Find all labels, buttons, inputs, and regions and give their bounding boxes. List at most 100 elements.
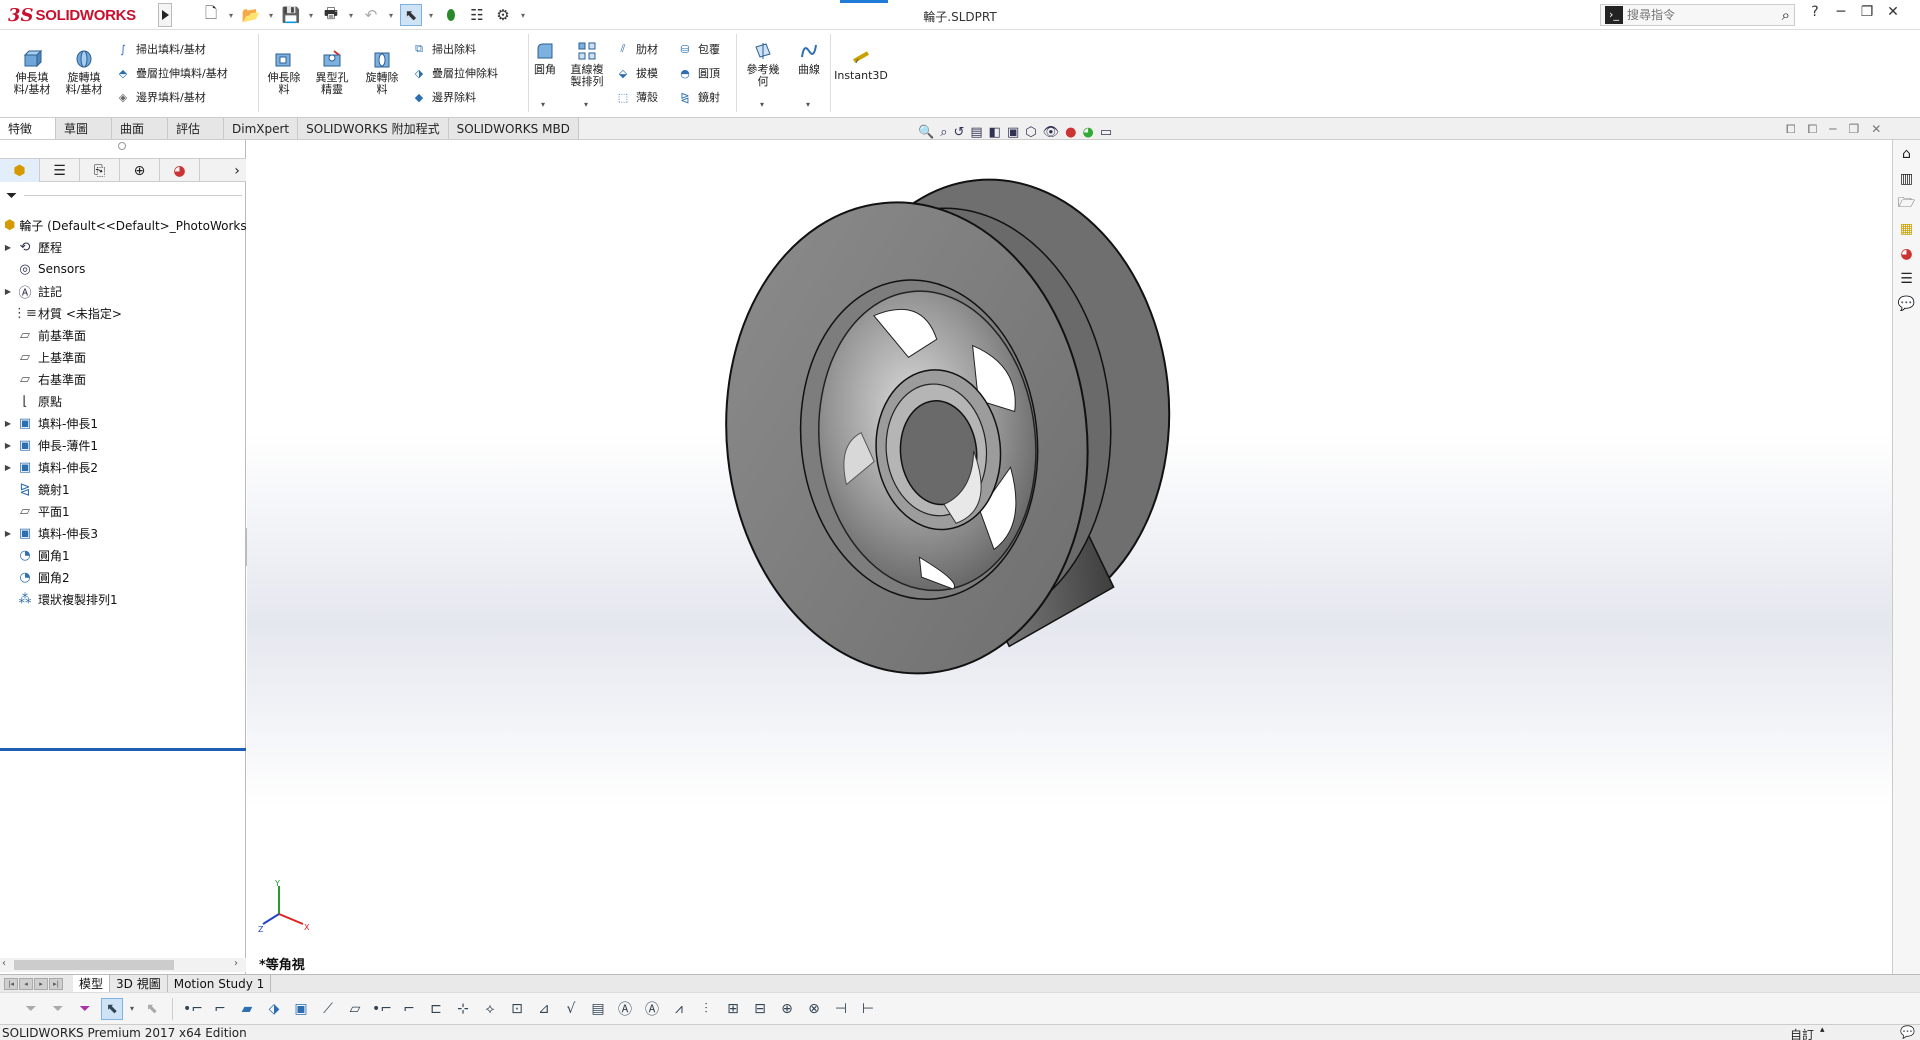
search-input[interactable] — [1627, 8, 1757, 22]
revolve-boss-button[interactable]: 旋轉填 料/基材 — [62, 48, 106, 96]
file-properties-icon[interactable]: ☷ — [466, 4, 488, 26]
solidworks-logo[interactable]: 3S SOLIDWORKS — [8, 4, 136, 26]
reference-geometry-dropdown-icon[interactable]: ▾ — [760, 100, 764, 109]
viewport-minimize-icon[interactable]: ─ — [1829, 122, 1836, 137]
tab-model[interactable]: 模型 — [73, 975, 111, 992]
tree-item[interactable]: ◎ Sensors — [0, 258, 246, 280]
minimize-icon[interactable]: ─ — [1831, 4, 1851, 20]
command-search[interactable]: ›_ ⌕ — [1600, 4, 1795, 26]
filter-clear-icon[interactable]: ⏷ — [47, 998, 69, 1020]
appearances-scenes-icon[interactable]: ◕ — [1896, 243, 1918, 265]
graphics-area[interactable]: Y X Z *等角視 — [247, 140, 1892, 974]
first-tab-icon[interactable]: |◂ — [4, 977, 18, 990]
viewport-close-icon[interactable]: ✕ — [1871, 122, 1881, 137]
filter-mate-icon[interactable]: ⊢ — [857, 998, 879, 1020]
filter-toggle-icon[interactable]: ⏷ — [20, 998, 42, 1020]
tab-motion-study[interactable]: Motion Study 1 — [167, 975, 272, 992]
print-icon[interactable]: 🖶 — [320, 4, 342, 26]
panel-splitter-icon[interactable] — [118, 142, 126, 150]
dome-button[interactable]: ◓ 圓頂 — [676, 64, 720, 82]
previous-view-icon[interactable]: ↺ — [953, 125, 964, 140]
forum-icon[interactable]: 💬 — [1896, 293, 1918, 315]
tree-item[interactable]: ⌊ 原點 — [0, 390, 246, 412]
scroll-right-icon[interactable]: › — [234, 958, 238, 969]
options-icon[interactable]: ⚙ — [492, 4, 514, 26]
new-dropdown-icon[interactable]: ▾ — [226, 4, 236, 26]
tab-sketch[interactable]: 草圖 — [56, 118, 112, 139]
filter-sketch-points-icon[interactable]: •⌐ — [371, 998, 393, 1020]
tab-dimxpert[interactable]: DimXpert — [224, 118, 299, 139]
view-settings-icon[interactable]: ▭ — [1100, 125, 1112, 140]
expand-arrow-icon[interactable]: ▶ — [0, 287, 16, 296]
custom-properties-icon[interactable]: ☰ — [1896, 268, 1918, 290]
property-manager-tab-icon[interactable]: ☰ — [40, 159, 80, 182]
expand-arrow-icon[interactable]: ▶ — [0, 419, 16, 428]
draft-button[interactable]: ⬙ 拔模 — [614, 64, 658, 82]
tree-item[interactable]: ▱ 右基準面 — [0, 368, 246, 390]
unit-system-selector[interactable]: 自訂 — [1790, 1026, 1814, 1040]
filter-routing-points-icon[interactable]: ⊗ — [803, 998, 825, 1020]
linear-pattern-dropdown-icon[interactable]: ▾ — [584, 100, 588, 109]
menu-expand-arrow-icon[interactable] — [158, 3, 172, 27]
tree-filter[interactable]: ⏷ — [0, 187, 242, 205]
filter-planes-icon[interactable]: ▱ — [344, 998, 366, 1020]
unit-system-dropdown-icon[interactable]: ▴ — [1820, 1025, 1825, 1035]
display-style-icon[interactable]: ⬡ — [1025, 125, 1036, 140]
configuration-manager-tab-icon[interactable]: ⎘ — [80, 159, 120, 182]
fillet-dropdown-icon[interactable]: ▾ — [541, 100, 545, 109]
boundary-cut-button[interactable]: ◆ 邊界除料 — [410, 88, 476, 106]
prev-tab-icon[interactable]: ◂ — [19, 977, 33, 990]
tree-item[interactable]: ⁂ 環狀複製排列1 — [0, 588, 246, 610]
rib-button[interactable]: ⫽ 肋材 — [614, 40, 658, 58]
hide-show-items-icon[interactable]: 👁 — [1043, 125, 1060, 140]
feature-manager-tab-icon[interactable]: ⬢ — [0, 159, 40, 182]
tree-horizontal-scrollbar[interactable]: ‹ › — [0, 958, 246, 972]
tree-item[interactable]: ▱ 上基準面 — [0, 346, 246, 368]
viewport-restore-icon[interactable]: ❐ — [1848, 122, 1859, 137]
apply-scene-icon[interactable]: ◕ — [1082, 125, 1093, 140]
filter-vertices-icon[interactable]: •⌐ — [182, 998, 204, 1020]
open-file-icon[interactable]: 📂 — [240, 4, 262, 26]
help-icon[interactable]: ? — [1805, 4, 1825, 20]
search-icon[interactable]: ⌕ — [1782, 6, 1790, 24]
tab-addins[interactable]: SOLIDWORKS 附加程式 — [298, 118, 449, 139]
tab-surfaces[interactable]: 曲面 — [112, 118, 168, 139]
wrap-button[interactable]: ⛁ 包覆 — [676, 40, 720, 58]
tree-item[interactable]: ▶ ▣ 填料-伸長2 — [0, 456, 246, 478]
shell-button[interactable]: ⬚ 薄殼 — [614, 88, 658, 106]
filter-blocks-icon[interactable]: ⊞ — [722, 998, 744, 1020]
boundary-boss-button[interactable]: ◈ 邊界填料/基材 — [114, 88, 206, 106]
filter-center-marks-icon[interactable]: ⊹ — [452, 998, 474, 1020]
expand-arrow-icon[interactable]: ▶ — [0, 243, 16, 252]
fillet-button[interactable]: 圓角 — [530, 40, 560, 76]
save-icon[interactable]: 💾 — [280, 4, 302, 26]
zoom-to-area-icon[interactable]: ⌕ — [940, 125, 947, 140]
select-box-icon[interactable]: ⬉ — [141, 998, 163, 1020]
filter-cosmetic-thread-icon[interactable]: ⫶ — [695, 998, 717, 1020]
curves-dropdown-icon[interactable]: ▾ — [806, 100, 810, 109]
filter-weld-icon[interactable]: ⩘ — [668, 998, 690, 1020]
scroll-thumb[interactable] — [14, 960, 174, 970]
tree-item[interactable]: ▱ 前基準面 — [0, 324, 246, 346]
linear-pattern-button[interactable]: 直線複 製排列 — [566, 40, 608, 88]
mirror-button[interactable]: ⧎ 鏡射 — [676, 88, 720, 106]
filter-surface-finish-icon[interactable]: ⊿ — [533, 998, 555, 1020]
dimxpert-manager-tab-icon[interactable]: ⊕ — [120, 159, 160, 182]
curves-button[interactable]: 曲線 — [792, 40, 826, 76]
tile-right-icon[interactable]: ⧠ — [1808, 122, 1818, 137]
reference-geometry-button[interactable]: 參考幾 何 — [742, 40, 784, 88]
filter-axes-icon[interactable]: ⟋ — [317, 998, 339, 1020]
restore-icon[interactable]: ❐ — [1857, 4, 1877, 20]
file-explorer-icon[interactable]: 🗁 — [1896, 193, 1918, 215]
tree-item[interactable]: ▶ ⟲ 歷程 — [0, 236, 246, 258]
open-dropdown-icon[interactable]: ▾ — [266, 4, 276, 26]
tree-item[interactable]: ▶ Ⓐ 註記 — [0, 280, 246, 302]
revolve-cut-button[interactable]: 旋轉除 料 — [360, 48, 404, 96]
tree-item[interactable]: ◔ 圓角2 — [0, 566, 246, 588]
save-dropdown-icon[interactable]: ▾ — [306, 4, 316, 26]
new-file-icon[interactable]: 🗋 — [200, 4, 222, 26]
extrude-cut-button[interactable]: 伸長除 料 — [262, 48, 306, 96]
tree-item[interactable]: ▶ ▣ 伸長-薄件1 — [0, 434, 246, 456]
select-icon[interactable]: ⬉ — [400, 4, 422, 26]
display-manager-tab-icon[interactable]: ◕ — [160, 159, 200, 182]
